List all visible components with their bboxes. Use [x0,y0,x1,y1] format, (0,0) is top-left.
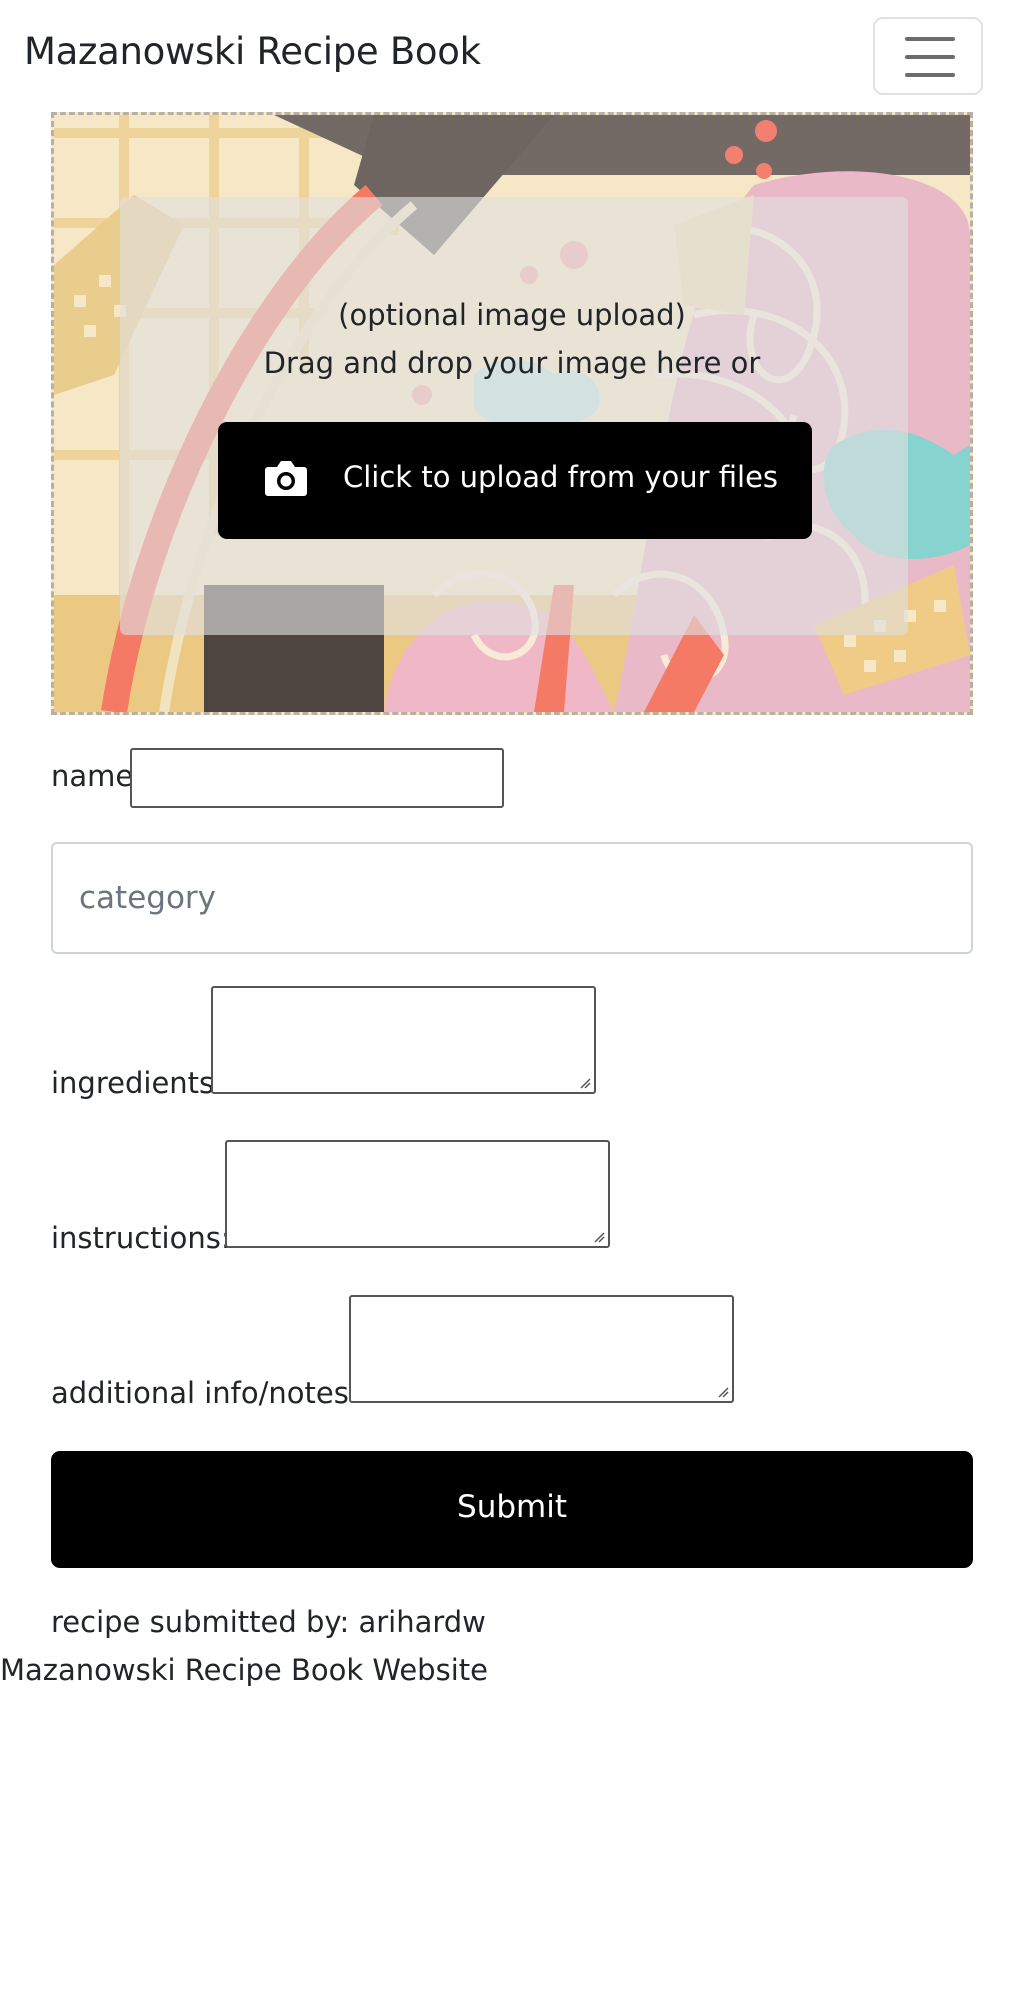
upload-from-files-button[interactable]: Click to upload from your files [218,422,812,539]
ingredients-label: ingredients [51,1066,215,1100]
navbar-toggle-button[interactable] [873,17,983,95]
upload-optional-hint: (optional image upload) [338,298,686,332]
image-dropzone[interactable]: (optional image upload) Drag and drop yo… [51,112,973,715]
notes-textarea[interactable] [349,1295,734,1403]
category-field[interactable] [51,842,973,954]
notes-label: additional info/notes: [51,1376,359,1410]
camera-icon [264,459,308,501]
navbar: Mazanowski Recipe Book [0,0,1018,112]
resize-handle-icon[interactable] [593,1231,605,1243]
name-label: name [51,759,134,793]
site-footer: Mazanowski Recipe Book Website [0,1653,488,1687]
resize-handle-icon[interactable] [717,1386,729,1398]
resize-handle-icon[interactable] [579,1077,591,1089]
submit-button-label: Submit [457,1489,567,1525]
name-field[interactable] [130,748,504,808]
instructions-textarea[interactable] [225,1140,610,1248]
dropzone-overlay-panel [120,197,908,635]
brand-title[interactable]: Mazanowski Recipe Book [24,30,481,73]
recipe-byline: recipe submitted by: arihardw [51,1605,486,1639]
upload-drag-hint: Drag and drop your image here or [263,346,761,380]
submit-button[interactable]: Submit [51,1451,973,1568]
instructions-label: instructions: [51,1221,231,1255]
ingredients-textarea[interactable] [211,986,596,1094]
upload-button-label: Click to upload from your files [343,460,779,494]
